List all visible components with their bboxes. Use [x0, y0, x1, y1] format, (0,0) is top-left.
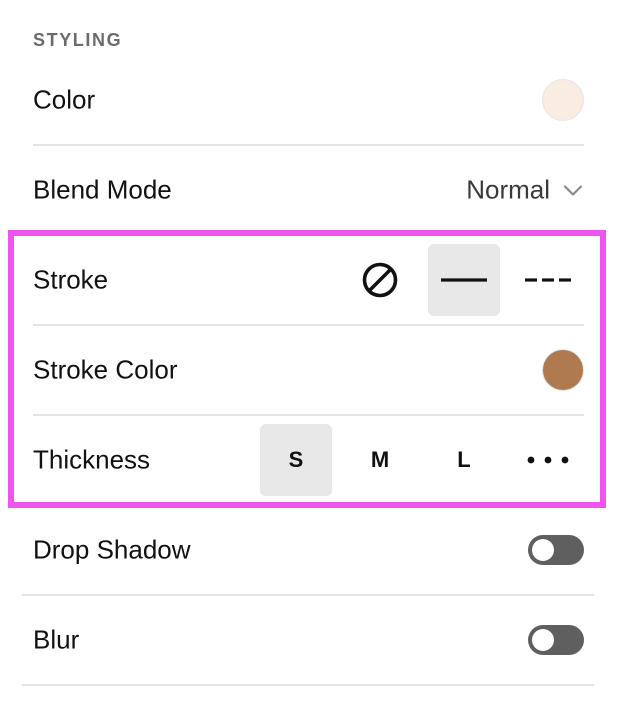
blend-mode-dropdown[interactable]: Normal [466, 175, 584, 206]
blur-label: Blur [33, 624, 80, 655]
color-row: Color [33, 55, 584, 145]
thickness-small-button[interactable]: S [260, 424, 332, 496]
dashed-line-icon [525, 278, 571, 282]
stroke-none-button[interactable] [344, 244, 416, 316]
blend-mode-value: Normal [466, 174, 550, 205]
drop-shadow-label: Drop Shadow [33, 534, 191, 565]
thickness-row: Thickness S M L [33, 415, 584, 505]
drop-shadow-row: Drop Shadow [33, 505, 584, 595]
stroke-dashed-button[interactable] [512, 244, 584, 316]
color-label: Color [33, 84, 96, 115]
solid-line-icon [441, 278, 487, 282]
thickness-small-label: S [288, 447, 304, 472]
stroke-solid-button[interactable] [428, 244, 500, 316]
blend-mode-label: Blend Mode [33, 174, 172, 205]
stroke-color-swatch[interactable] [542, 349, 584, 391]
divider [22, 684, 594, 686]
no-stroke-icon [362, 262, 398, 298]
thickness-label: Thickness [33, 444, 151, 475]
drop-shadow-toggle[interactable] [528, 535, 584, 565]
toggle-knob [532, 539, 554, 561]
blend-mode-row: Blend Mode Normal [33, 145, 584, 235]
toggle-knob [532, 629, 554, 651]
section-title: STYLING [33, 30, 123, 50]
thickness-large-button[interactable]: L [428, 424, 500, 496]
more-dots-icon [527, 456, 569, 464]
thickness-large-label: L [457, 447, 471, 472]
stroke-row: Stroke [33, 235, 584, 325]
stroke-label: Stroke [33, 264, 109, 295]
stroke-color-label: Stroke Color [33, 354, 178, 385]
chevron-down-icon [563, 184, 583, 196]
blur-row: Blur [33, 595, 584, 685]
thickness-medium-label: M [370, 447, 390, 472]
blur-toggle[interactable] [528, 625, 584, 655]
thickness-medium-button[interactable]: M [344, 424, 416, 496]
fill-color-swatch[interactable] [542, 79, 584, 121]
stroke-color-row: Stroke Color [33, 325, 584, 415]
thickness-more-button[interactable] [512, 424, 584, 496]
